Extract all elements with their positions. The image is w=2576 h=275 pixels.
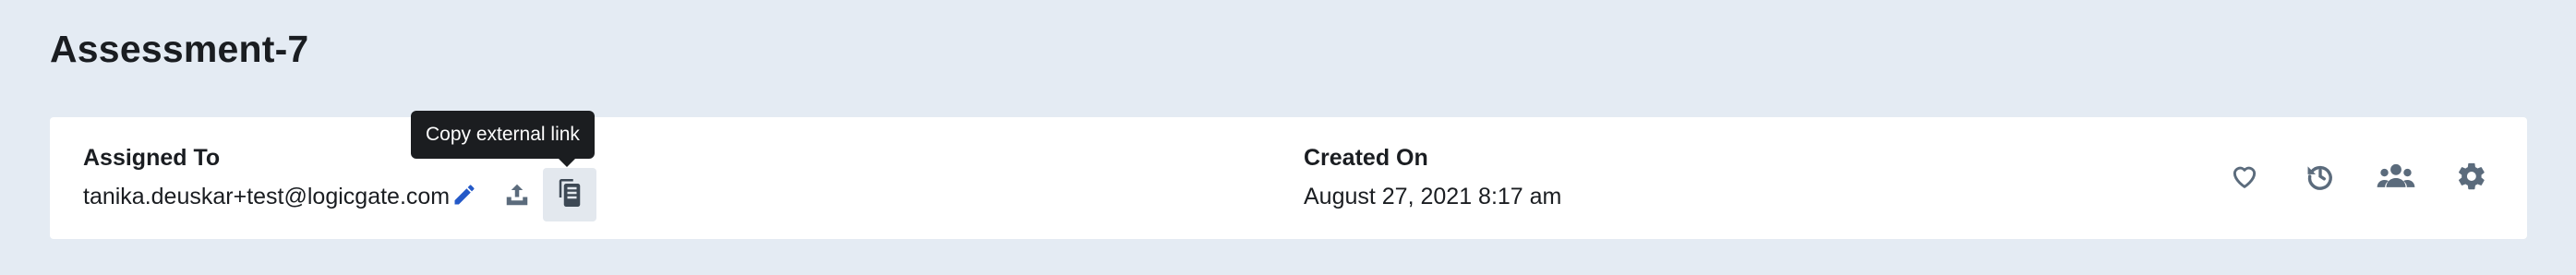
created-on-label: Created On (1304, 145, 1428, 171)
upload-icon (502, 181, 532, 213)
edit-assignee-button[interactable] (438, 170, 491, 223)
pencil-icon (451, 182, 477, 212)
copy-icon (558, 178, 582, 211)
users-icon (2377, 162, 2415, 195)
assigned-to-value: tanika.deuskar+test@logicgate.com (83, 184, 451, 209)
created-on-value: August 27, 2021 8:17 am (1304, 184, 1562, 209)
page-title: Assessment-7 (50, 28, 309, 70)
tooltip-arrow (559, 159, 575, 167)
settings-button[interactable] (2446, 152, 2498, 204)
users-button[interactable] (2370, 152, 2422, 204)
heart-icon (2229, 161, 2260, 196)
history-icon (2305, 161, 2336, 197)
history-button[interactable] (2294, 152, 2346, 204)
upload-button[interactable] (490, 170, 544, 223)
copy-external-link-button[interactable] (543, 168, 596, 221)
gear-icon (2456, 161, 2487, 197)
favorite-button[interactable] (2219, 152, 2270, 204)
copy-link-tooltip: Copy external link (411, 111, 595, 159)
assigned-to-label: Assigned To (83, 145, 221, 171)
